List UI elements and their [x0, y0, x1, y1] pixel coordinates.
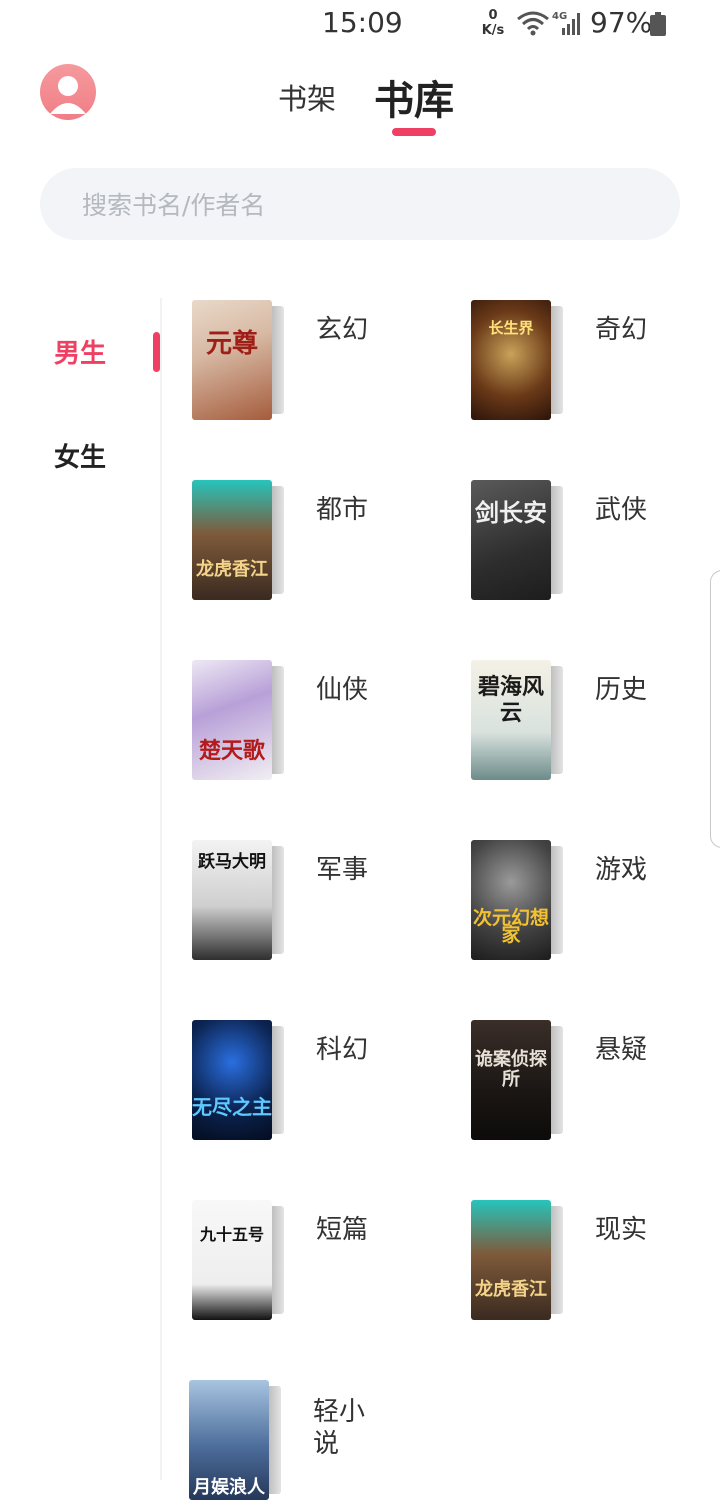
book-cover-title: 龙虎香江	[196, 559, 268, 580]
category-item-lishi[interactable]: 碧海风云 历史	[471, 660, 720, 790]
category-label: 军事	[316, 855, 369, 885]
category-item-dushi[interactable]: 龙虎香江 都市	[192, 480, 442, 610]
category-label: 轻小说	[313, 1397, 366, 1459]
cover-stack	[272, 846, 284, 954]
tab-bookshelf[interactable]: 书架	[278, 76, 336, 118]
book-cover-title: 月娱浪人	[193, 1477, 265, 1498]
category-label: 玄幻	[316, 315, 369, 345]
cover-stack	[272, 1026, 284, 1134]
book-cover-title: 诡案侦探所	[475, 1049, 547, 1090]
category-label: 仙侠	[316, 675, 369, 705]
cover-stack	[551, 846, 563, 954]
book-cover: 次元幻想家	[471, 840, 551, 960]
book-cover: 龙虎香江	[192, 480, 272, 600]
book-cover-title: 长生界	[488, 319, 534, 337]
category-label: 现实	[595, 1215, 648, 1245]
cover-stack	[551, 666, 563, 774]
cover-stack	[272, 306, 284, 414]
book-cover-title: 无尽之主	[192, 1095, 272, 1119]
category-label: 悬疑	[595, 1035, 648, 1065]
category-item-kehuan[interactable]: 无尽之主 科幻	[192, 1020, 442, 1150]
category-label: 历史	[595, 675, 648, 705]
category-label: 短篇	[316, 1215, 369, 1245]
wifi-icon	[517, 11, 549, 36]
book-cover-title: 元尊	[205, 329, 258, 359]
active-gender-indicator	[153, 332, 160, 372]
search-input[interactable]	[80, 168, 644, 242]
category-item-xuanhuan[interactable]: 元尊 玄幻	[192, 300, 442, 430]
category-label: 游戏	[595, 855, 648, 885]
book-cover-title: 跃马大明	[198, 852, 266, 872]
category-item-xuanyi[interactable]: 诡案侦探所 悬疑	[471, 1020, 720, 1150]
book-cover-title: 次元幻想家	[472, 907, 549, 946]
book-cover-title: 龙虎香江	[475, 1279, 547, 1300]
tab-female[interactable]: 女生	[40, 437, 120, 487]
book-cover: 无尽之主	[192, 1020, 272, 1140]
status-time: 15:09	[322, 6, 403, 39]
network-type-label: 4G	[552, 11, 567, 22]
category-item-xianxia[interactable]: 楚天歌 仙侠	[192, 660, 442, 790]
status-bar: 15:09 0 K/s 4G 97%	[0, 0, 720, 50]
cover-stack	[551, 486, 563, 594]
network-speed: 0 K/s	[480, 8, 506, 38]
cover-stack	[272, 486, 284, 594]
user-avatar[interactable]	[40, 64, 96, 120]
book-cover: 龙虎香江	[471, 1200, 551, 1320]
cover-stack	[272, 666, 284, 774]
cover-stack	[551, 1206, 563, 1314]
book-cover: 诡案侦探所	[471, 1020, 551, 1140]
book-cover: 长生界	[471, 300, 551, 420]
book-cover-title: 楚天歌	[198, 738, 265, 764]
book-cover: 碧海风云	[471, 660, 551, 780]
book-cover: 剑长安	[471, 480, 551, 600]
book-cover-title: 碧海风云	[477, 674, 544, 726]
battery-icon	[650, 12, 666, 36]
network-speed-value: 0	[488, 8, 498, 23]
book-cover: 楚天歌	[192, 660, 272, 780]
book-cover: 九十五号	[192, 1200, 272, 1320]
active-tab-indicator	[392, 128, 436, 136]
category-label: 武侠	[595, 495, 648, 525]
tab-library[interactable]: 书库	[374, 68, 454, 126]
edge-panel-handle[interactable]	[710, 570, 720, 848]
tab-male[interactable]: 男生	[40, 333, 120, 383]
book-cover: 元尊	[192, 300, 272, 420]
category-label: 都市	[316, 495, 369, 525]
category-item-youxi[interactable]: 次元幻想家 游戏	[471, 840, 720, 970]
sidebar-divider	[160, 298, 162, 1480]
signal-icon: 4G	[552, 11, 580, 35]
search-bar[interactable]	[40, 168, 680, 242]
category-item-qingxiaoshuo[interactable]: 月娱浪人 轻小说	[189, 1380, 439, 1500]
book-cover: 月娱浪人	[189, 1380, 269, 1500]
category-item-wuxia[interactable]: 剑长安 武侠	[471, 480, 720, 610]
category-label: 奇幻	[595, 315, 648, 345]
book-cover-title: 剑长安	[475, 498, 547, 527]
category-item-xianshi[interactable]: 龙虎香江 现实	[471, 1200, 720, 1330]
user-avatar-icon	[50, 76, 86, 114]
network-speed-unit: K/s	[481, 23, 505, 38]
book-cover-title: 九十五号	[199, 1225, 264, 1244]
cover-stack	[551, 306, 563, 414]
category-label: 科幻	[316, 1035, 369, 1065]
category-item-junshi[interactable]: 跃马大明 军事	[192, 840, 442, 970]
category-item-duanpian[interactable]: 九十五号 短篇	[192, 1200, 442, 1330]
cover-stack	[272, 1206, 284, 1314]
cover-stack	[551, 1026, 563, 1134]
cover-stack	[269, 1386, 281, 1494]
book-cover: 跃马大明	[192, 840, 272, 960]
category-item-qihuan[interactable]: 长生界 奇幻	[471, 300, 720, 430]
battery-percentage: 97%	[590, 6, 653, 39]
